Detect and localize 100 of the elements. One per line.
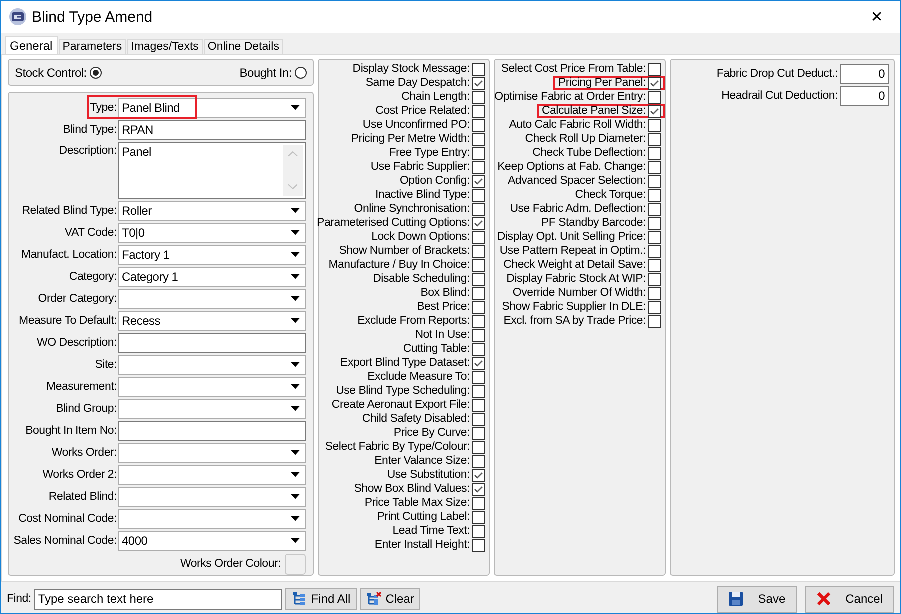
checkbox-label: Cutting Table: xyxy=(403,343,470,355)
checkbox-label: Optimise Fabric at Order Entry: xyxy=(494,91,646,103)
checkbox-label: Option Config: xyxy=(400,175,470,187)
checkbox-label: Use Substitution: xyxy=(387,469,470,481)
input-field[interactable]: RPAN xyxy=(118,120,306,140)
number-field[interactable]: 0 xyxy=(840,64,889,84)
checkbox-label: Use Fabric Supplier: xyxy=(370,161,470,173)
field-label: Type: xyxy=(89,102,118,114)
field-label: WO Description: xyxy=(36,337,118,349)
tab[interactable]: Parameters xyxy=(58,39,126,54)
dropdown-field[interactable]: Factory 1 xyxy=(118,245,306,265)
checkbox-label: Advanced Spacer Selection: xyxy=(508,175,646,187)
checkbox-label: Enter Install Height: xyxy=(374,539,470,551)
checkbox-label: Display Opt. Unit Selling Price: xyxy=(497,231,646,243)
checkbox-label: Best Price: xyxy=(417,301,470,313)
radio-label: Stock Control: xyxy=(15,66,87,80)
checkbox-label: Free Type Entry: xyxy=(389,147,470,159)
field-label: Sales Nominal Code: xyxy=(12,535,118,547)
checkbox-label: Pricing Per Panel: xyxy=(558,77,646,89)
field-label: Measure To Default: xyxy=(18,315,118,327)
checkbox-label: Chain Length: xyxy=(402,91,470,103)
field-label: Fabric Drop Cut Deduct.: xyxy=(716,68,838,80)
tab[interactable]: General xyxy=(5,36,58,54)
checkbox-label: Create Aeronaut Export File: xyxy=(332,399,470,411)
checkbox-label: Select Fabric By Type/Colour: xyxy=(325,441,470,453)
dropdown-field[interactable]: T0|0 xyxy=(118,223,306,243)
field-label: Bought In Item No: xyxy=(24,425,118,437)
field-label: Works Order 2: xyxy=(42,469,118,481)
checkbox-label: Lead Time Text: xyxy=(392,525,470,537)
checkbox-label: Use Unconfirmed PO: xyxy=(362,119,470,131)
checkbox-label: Select Cost Price From Table: xyxy=(501,63,646,75)
field-label: Description: xyxy=(58,144,118,157)
checkbox-label: Calculate Panel Size: xyxy=(542,105,646,117)
save-button[interactable]: Save xyxy=(717,586,797,612)
field-label: Blind Type: xyxy=(62,124,118,136)
field-label: Related Blind Type: xyxy=(21,205,118,217)
checkbox-label: Online Synchronisation: xyxy=(354,203,470,215)
field-label: Works Order: xyxy=(50,447,118,459)
number-field[interactable]: 0 xyxy=(840,86,889,106)
checkbox-label: Pricing Per Metre Width: xyxy=(351,133,470,145)
checkbox-label: Box Blind: xyxy=(420,287,470,299)
checkbox-label: Disable Scheduling: xyxy=(373,273,470,285)
field-label: Site: xyxy=(94,359,118,371)
field-label: Blind Group: xyxy=(55,403,118,415)
checkbox-label: Show Box Blind Values: xyxy=(354,483,470,495)
field-label: Measurement: xyxy=(45,381,118,393)
checkbox-label: Print Cutting Label: xyxy=(377,511,470,523)
dropdown-field[interactable]: Recess xyxy=(118,311,306,331)
field-label: Headrail Cut Deduction: xyxy=(722,90,838,102)
checkbox-label: Excl. from SA by Trade Price: xyxy=(504,315,646,327)
checkbox-label: Check Tube Deflection: xyxy=(532,147,646,159)
checkbox-label: Display Stock Message: xyxy=(352,63,470,75)
checkbox-label: Keep Options at Fab. Change: xyxy=(498,161,646,173)
find-all-button[interactable]: Find All xyxy=(285,588,357,610)
checkbox-label: Child Safety Disabled: xyxy=(362,413,470,425)
checkbox-label: Exclude Measure To: xyxy=(368,371,470,383)
checkbox-label: Show Number of Brackets: xyxy=(339,245,470,257)
checkbox-label: Price Table Max Size: xyxy=(364,497,470,509)
tab[interactable]: Online Details xyxy=(204,39,284,54)
tab[interactable]: Images/Texts xyxy=(127,39,203,54)
checkbox-label: Auto Calc Fabric Roll Width: xyxy=(509,119,646,131)
checkbox-label: Check Weight at Detail Save: xyxy=(504,259,646,271)
dropdown-field[interactable]: 4000 xyxy=(118,531,306,551)
field-label: Cost Nominal Code: xyxy=(18,513,118,525)
dropdown-field[interactable]: Category 1 xyxy=(118,267,306,287)
checkbox-label: Check Roll Up Diameter: xyxy=(525,133,646,145)
window-title: Blind Type Amend xyxy=(32,8,153,26)
field-label: Order Category: xyxy=(37,293,118,305)
dropdown-field[interactable]: Roller xyxy=(118,201,306,221)
field-label: Category: xyxy=(68,271,118,283)
checkbox-label: Parameterised Cutting Options: xyxy=(317,217,470,229)
field-label: Works Order Colour: xyxy=(180,558,282,570)
cancel-button[interactable]: Cancel xyxy=(804,586,894,612)
find-label: Find: xyxy=(7,593,32,605)
radio-label: Bought In: xyxy=(240,66,292,80)
clear-button[interactable]: Clear xyxy=(360,588,420,610)
checkbox-label: Export Blind Type Dataset: xyxy=(340,357,470,369)
checkbox-label: Same Day Despatch: xyxy=(366,77,470,89)
checkbox-label: Use Blind Type Scheduling: xyxy=(336,385,470,397)
checkbox-label: Check Torque: xyxy=(575,189,646,201)
checkbox-label: Inactive Blind Type: xyxy=(375,189,470,201)
checkbox-label: Enter Valance Size: xyxy=(374,455,470,467)
search-field[interactable]: Type search text here xyxy=(34,588,282,610)
checkbox-label: Use Fabric Adm. Deflection: xyxy=(510,203,646,215)
checkbox-label: Not In Use: xyxy=(415,329,470,341)
checkbox-label: Override Number Of Width: xyxy=(512,287,646,299)
checkbox-label: Use Pattern Repeat in Optim.: xyxy=(500,245,646,257)
field-label: Related Blind: xyxy=(48,491,118,503)
checkbox-label: Lock Down Options: xyxy=(372,231,470,243)
checkbox-label: Manufacture / Buy In Choice: xyxy=(328,259,470,271)
checkbox-label: Price By Curve: xyxy=(394,427,470,439)
checkbox-label: Show Fabric Supplier In DLE: xyxy=(502,301,646,313)
checkbox-label: Cost Price Related: xyxy=(376,105,470,117)
checkbox-label: PF Standby Barcode: xyxy=(541,217,646,229)
field-label: VAT Code: xyxy=(64,227,118,239)
checkbox-label: Exclude From Reports: xyxy=(358,315,470,327)
checkbox-label: Display Fabric Stock At WIP: xyxy=(506,273,646,285)
dropdown-field[interactable]: Panel Blind xyxy=(118,98,306,118)
text-area[interactable]: Panel xyxy=(118,142,306,199)
field-label: Manufact. Location: xyxy=(20,249,118,261)
